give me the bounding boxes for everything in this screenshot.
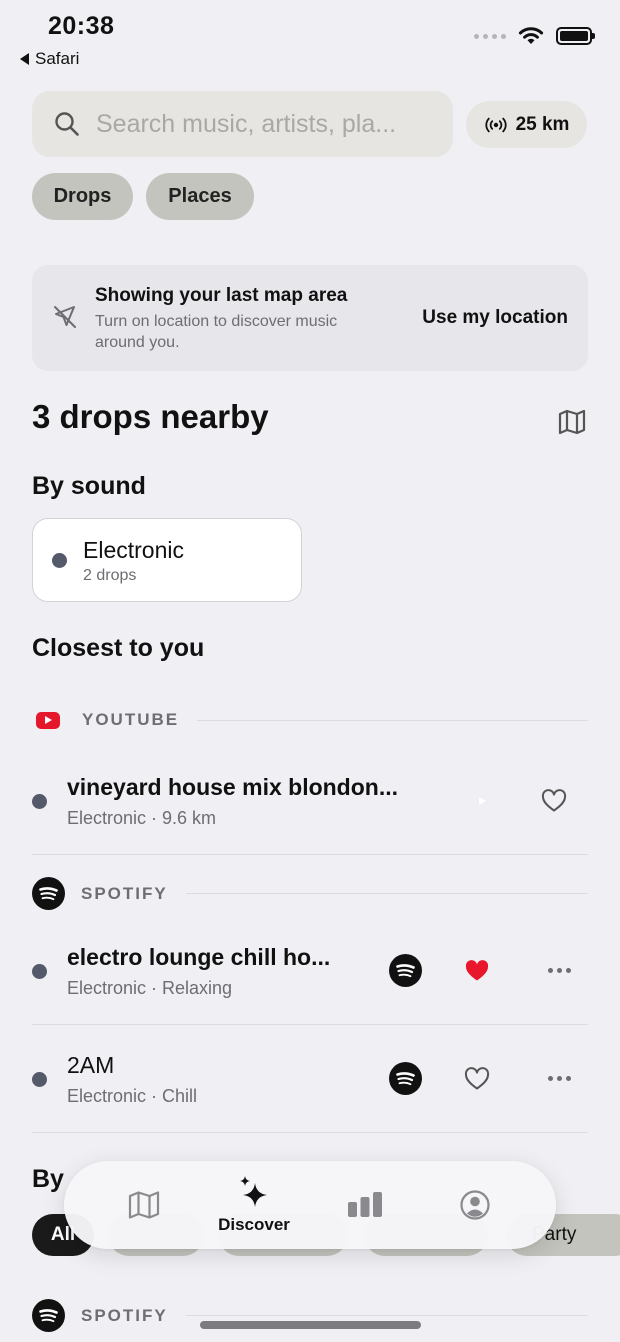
- row-divider: [32, 1132, 588, 1133]
- track-title: electro lounge chill ho...: [67, 944, 331, 970]
- tab-bar: Discover: [64, 1161, 556, 1249]
- wifi-icon: [518, 27, 544, 44]
- genre-dot: [32, 794, 47, 809]
- more-options-icon[interactable]: [548, 968, 571, 973]
- section-divider: [185, 893, 588, 894]
- section-divider: [185, 1315, 588, 1316]
- section-label: YOUTUBE: [82, 710, 180, 729]
- section-label: SPOTIFY: [81, 883, 168, 903]
- more-options-icon[interactable]: [548, 1076, 571, 1081]
- heart-filled-icon[interactable]: [464, 959, 490, 983]
- back-to-app-link[interactable]: Safari: [20, 49, 79, 69]
- broadcast-icon: [484, 117, 507, 132]
- section-divider: [197, 719, 588, 721]
- home-indicator: [200, 1321, 421, 1329]
- tab-discover[interactable]: Discover: [204, 1161, 304, 1249]
- search-input[interactable]: Search music, artists, pla...: [96, 110, 426, 139]
- closest-heading: Closest to you: [32, 634, 205, 662]
- banner-title: Showing your last map area: [95, 285, 348, 306]
- section-label: SPOTIFY: [81, 1305, 168, 1325]
- row-divider: [32, 1024, 588, 1025]
- by-mood-heading: By: [32, 1165, 64, 1193]
- section-header-spotify: SPOTIFY: [32, 877, 588, 910]
- by-sound-heading: By sound: [32, 472, 146, 500]
- filter-chip-drops[interactable]: Drops: [32, 173, 133, 220]
- genre-dot: [32, 964, 47, 979]
- radius-label: 25 km: [515, 113, 570, 135]
- spotify-icon: [32, 877, 65, 910]
- use-my-location-button[interactable]: Use my location: [422, 307, 568, 329]
- track-subtitle: Electronic · Chill: [67, 1086, 198, 1106]
- search-icon: [55, 112, 79, 136]
- heart-outline-icon[interactable]: [464, 1067, 490, 1091]
- sound-card-count: 2 drops: [83, 567, 137, 584]
- sparkles-icon: [240, 1176, 267, 1207]
- track-row[interactable]: vineyard house mix blondon... Electronic…: [32, 760, 588, 855]
- profile-icon: [460, 1190, 490, 1220]
- track-title: 2AM: [67, 1052, 115, 1078]
- location-off-icon: [54, 306, 76, 328]
- spotify-open-icon[interactable]: [389, 954, 422, 987]
- battery-icon: [556, 27, 595, 45]
- map-icon: [128, 1191, 160, 1219]
- track-row[interactable]: electro lounge chill ho... Electronic · …: [32, 930, 588, 1025]
- banner-subtitle: Turn on location to discover music aroun…: [95, 313, 338, 351]
- status-time: 20:38: [48, 12, 115, 40]
- radius-button[interactable]: 25 km: [466, 101, 587, 148]
- filter-chip-places[interactable]: Places: [146, 173, 254, 220]
- back-app-label: Safari: [35, 49, 80, 68]
- bar-chart-icon: [348, 1192, 382, 1217]
- signal-dots-icon: [474, 33, 506, 39]
- status-icons: [474, 26, 595, 46]
- track-title: vineyard house mix blondon...: [67, 774, 398, 800]
- youtube-icon: [36, 711, 60, 729]
- tab-label: Discover: [218, 1215, 290, 1234]
- tab-stats[interactable]: [325, 1161, 405, 1249]
- search-field[interactable]: Search music, artists, pla...: [32, 91, 453, 157]
- genre-dot: [32, 1072, 47, 1087]
- back-triangle-icon: [20, 53, 29, 65]
- tab-profile[interactable]: [435, 1161, 515, 1249]
- track-subtitle: Electronic · 9.6 km: [67, 808, 217, 828]
- map-view-icon[interactable]: [558, 409, 586, 435]
- sound-card-name: Electronic: [83, 537, 184, 563]
- location-banner: Showing your last map area Turn on locat…: [32, 265, 588, 371]
- genre-dot: [52, 553, 67, 568]
- section-header-youtube: YOUTUBE: [36, 710, 588, 730]
- spotify-icon: [32, 1299, 65, 1332]
- page-title: 3 drops nearby: [32, 398, 269, 435]
- track-subtitle: Electronic · Relaxing: [67, 978, 233, 998]
- track-row[interactable]: 2AM Electronic · Chill: [32, 1038, 588, 1133]
- heart-outline-icon[interactable]: [541, 789, 567, 813]
- tab-map[interactable]: [104, 1161, 184, 1249]
- sound-card-electronic[interactable]: Electronic 2 drops: [32, 518, 302, 602]
- row-divider: [32, 854, 588, 855]
- spotify-open-icon[interactable]: [389, 1062, 422, 1095]
